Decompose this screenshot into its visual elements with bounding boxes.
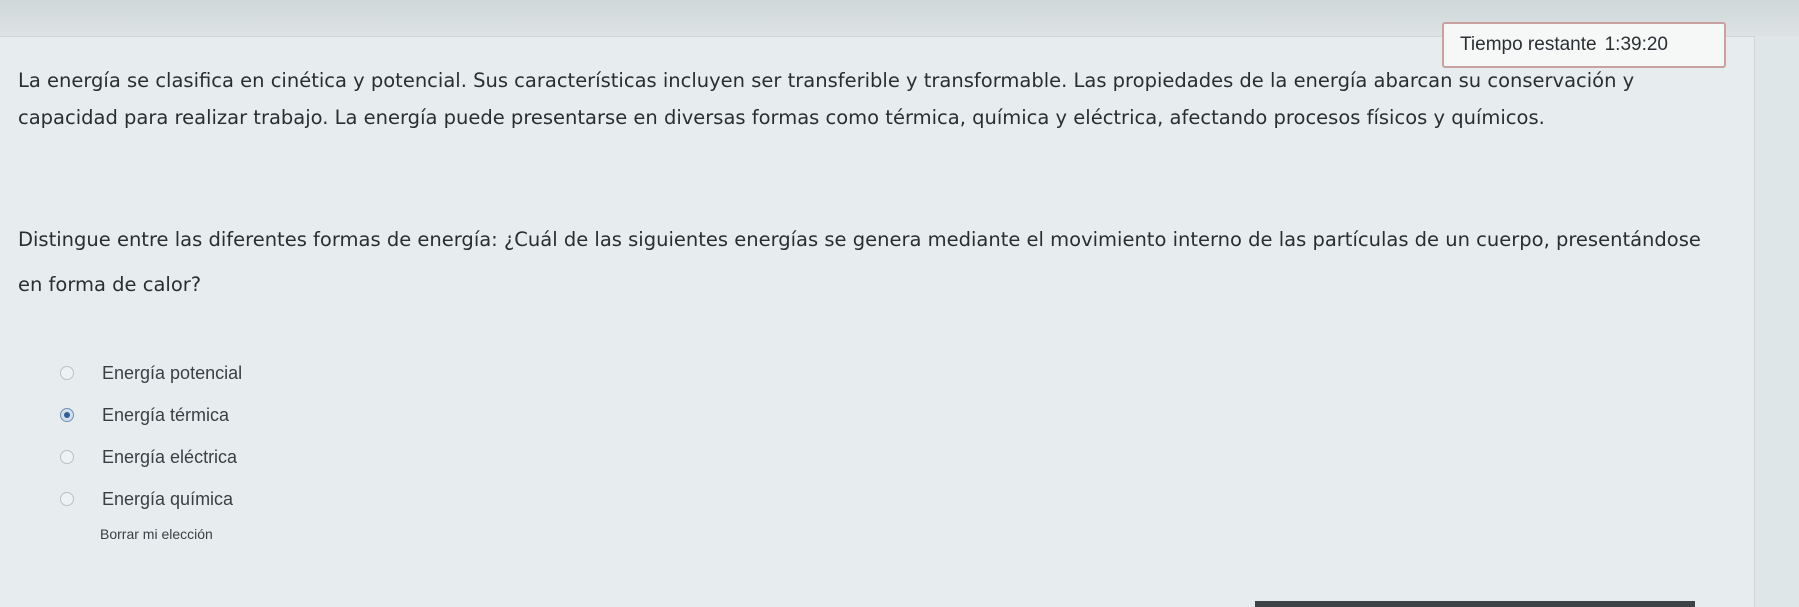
answer-option-termica[interactable]: Energía térmica: [60, 394, 660, 436]
radio-button-icon[interactable]: [60, 450, 74, 464]
radio-button-icon[interactable]: [60, 366, 74, 380]
answer-option-electrica[interactable]: Energía eléctrica: [60, 436, 660, 478]
question-text: Distingue entre las diferentes formas de…: [18, 228, 1701, 296]
answer-option-potencial[interactable]: Energía potencial: [60, 352, 660, 394]
time-remaining-label: Tiempo restante: [1460, 34, 1597, 55]
answer-label: Energía térmica: [102, 404, 230, 425]
answer-label: Energía potencial: [102, 362, 243, 383]
bottom-edge-bar: [1255, 601, 1695, 607]
answer-label: Energía eléctrica: [102, 446, 238, 467]
right-margin: [1755, 36, 1799, 607]
clear-selection-link[interactable]: Borrar mi elección: [100, 526, 213, 542]
answer-options: Energía potencial Energía térmica Energí…: [60, 352, 660, 520]
reading-passage: La energía se clasifica en cinética y po…: [18, 69, 1635, 129]
answer-label: Energía química: [102, 488, 234, 509]
radio-button-checked-icon[interactable]: [60, 408, 74, 422]
time-remaining-value: 1:39:20: [1604, 34, 1668, 55]
radio-button-icon[interactable]: [60, 492, 74, 506]
answer-option-quimica[interactable]: Energía química: [60, 478, 660, 520]
